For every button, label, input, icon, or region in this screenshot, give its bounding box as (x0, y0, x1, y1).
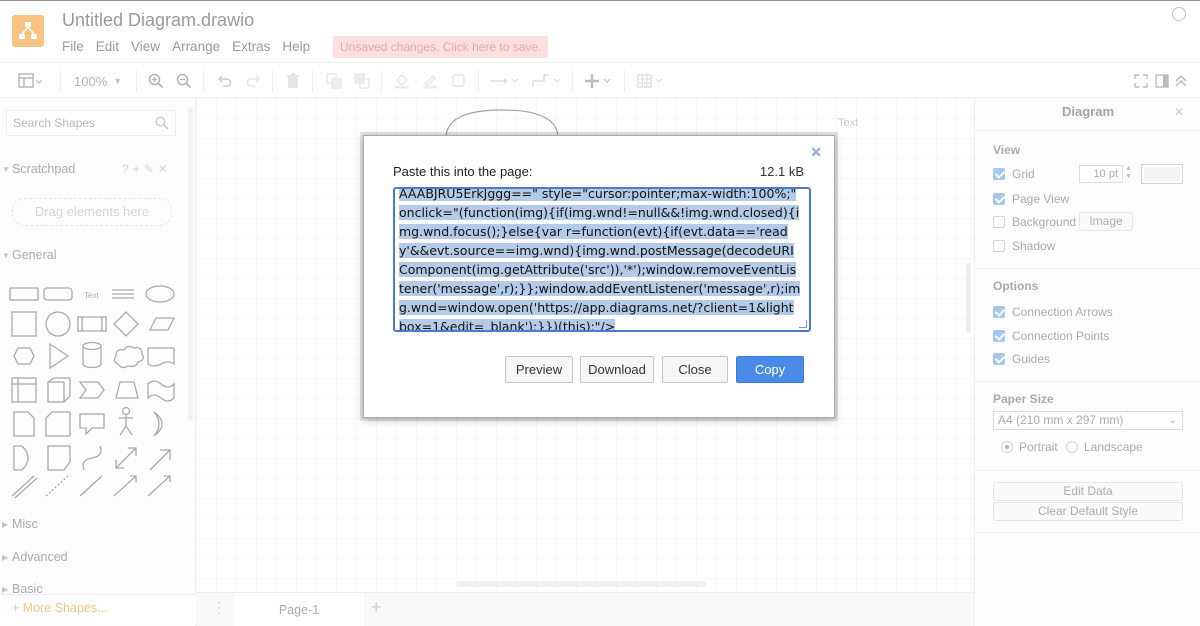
embed-code-text: AAABJRU5ErkJggg==" style="cursor:pointer… (399, 187, 801, 332)
embed-html-dialog: ✕ Paste this into the page: 12.1 kB AAAB… (363, 135, 835, 418)
close-icon[interactable]: ✕ (810, 144, 822, 161)
resize-handle[interactable] (799, 320, 807, 328)
selected-code: AAABJRU5ErkJggg==" style="cursor:pointer… (399, 187, 801, 332)
preview-button[interactable]: Preview (505, 356, 573, 383)
embed-code-textarea[interactable]: AAABJRU5ErkJggg==" style="cursor:pointer… (393, 187, 811, 332)
dialog-instruction: Paste this into the page: (393, 164, 533, 179)
copy-button[interactable]: Copy (736, 356, 804, 383)
embed-size-label: 12.1 kB (759, 164, 804, 179)
download-button[interactable]: Download (580, 356, 654, 383)
close-button[interactable]: Close (662, 356, 728, 383)
